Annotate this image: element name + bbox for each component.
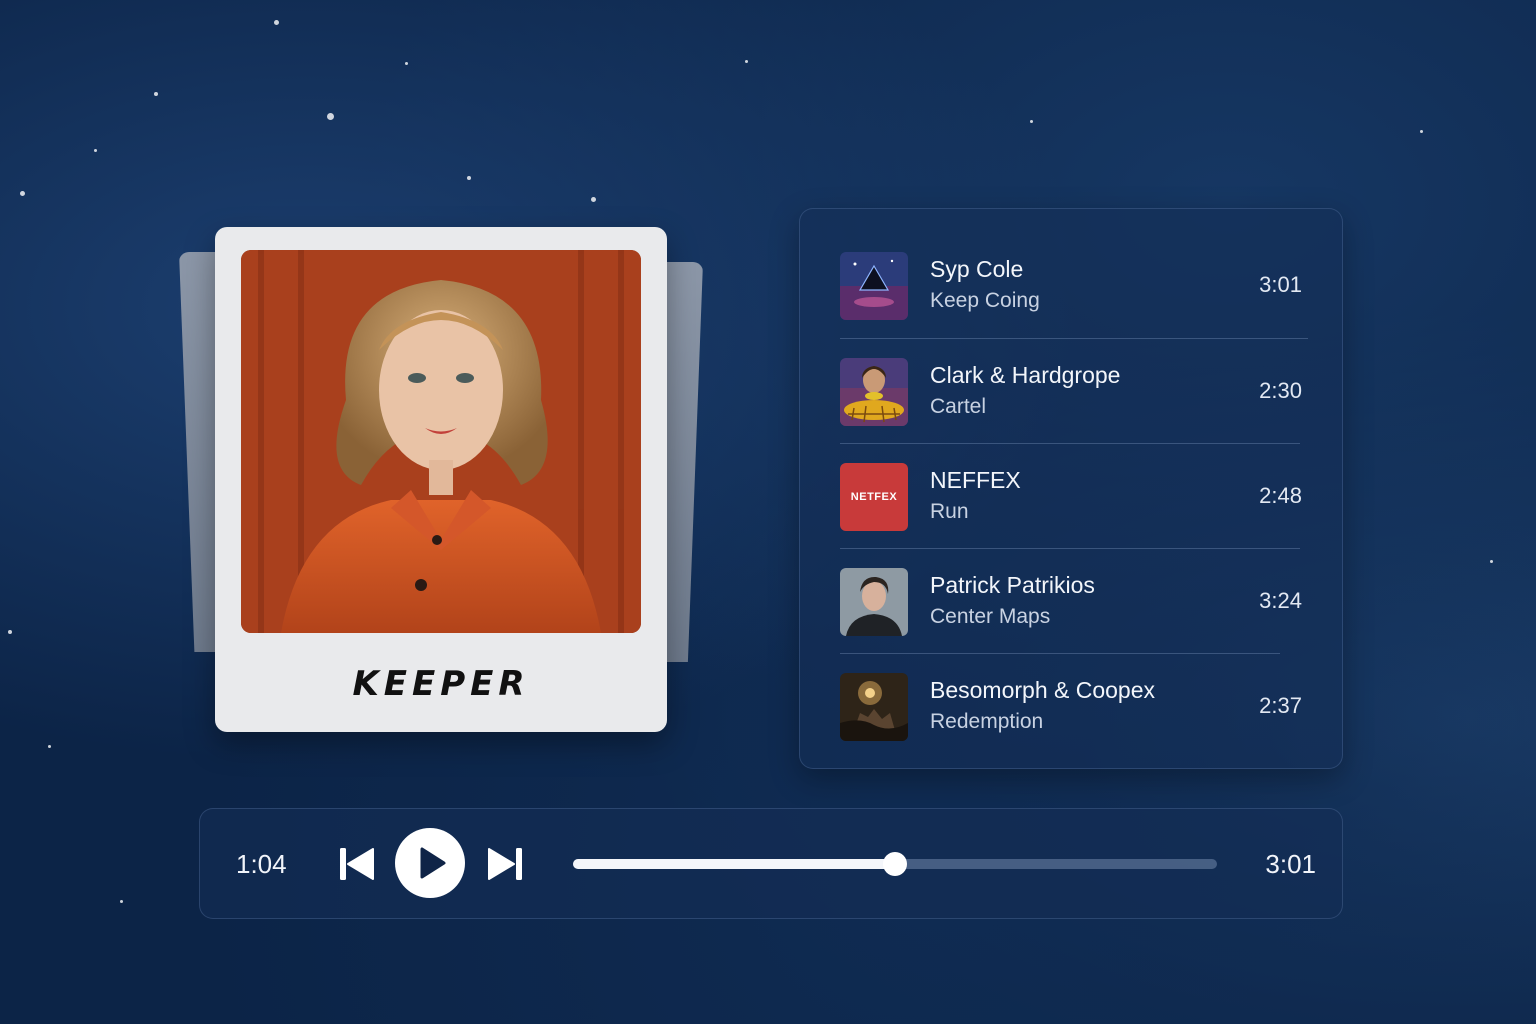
track-item-4[interactable]: Patrick Patrikios Center Maps 3:24 [840, 525, 1302, 636]
playlist-panel: Syp Cole Keep Coing 3:01 Clark & Hardgro… [799, 208, 1343, 769]
player-bar: 1:04 3:01 [199, 808, 1343, 919]
play-button[interactable] [395, 828, 465, 898]
track-item-2[interactable]: Clark & Hardgrope Cartel 2:30 [840, 315, 1302, 426]
neffex-logo-text: NETFEX [850, 491, 898, 503]
skip-back-icon [340, 848, 374, 880]
track-title: Keep Coing [930, 289, 1040, 312]
track-thumbnail-neffex-logo: NETFEX [840, 463, 908, 531]
track-title: Redemption [930, 710, 1044, 733]
track-title: Run [930, 500, 969, 523]
track-artist: Patrick Patrikios [930, 572, 1095, 598]
track-artist: Syp Cole [930, 256, 1024, 282]
album-title: KEEPER [352, 664, 530, 704]
track-title: Center Maps [930, 605, 1051, 628]
album-cover-image [241, 250, 641, 633]
track-artist: NEFFEX [930, 467, 1021, 493]
track-artist: Clark & Hardgrope [930, 362, 1121, 388]
progress-slider[interactable] [573, 852, 1217, 876]
play-icon [420, 847, 446, 879]
track-item-1[interactable]: Syp Cole Keep Coing 3:01 [840, 209, 1302, 320]
skip-forward-button[interactable] [487, 847, 523, 881]
current-time: 1:04 [236, 849, 287, 879]
skip-forward-icon [488, 848, 522, 880]
track-thumbnail-space-art [840, 252, 908, 320]
track-item-3[interactable]: NETFEX NEFFEX Run 2:48 [840, 420, 1302, 531]
track-thumbnail-retro-art [840, 358, 908, 426]
progress-fill [573, 859, 895, 869]
track-duration: 3:01 [1259, 272, 1302, 297]
track-item-5[interactable]: Besomorph & Coopex Redemption 2:37 [840, 630, 1302, 741]
track-thumbnail-dark-scene [840, 673, 908, 741]
track-title: Cartel [930, 395, 987, 418]
portrait-icon [241, 250, 641, 633]
skip-back-button[interactable] [339, 847, 375, 881]
track-duration: 3:24 [1259, 588, 1302, 613]
track-artist: Besomorph & Coopex [930, 677, 1156, 703]
album-card[interactable]: KEEPER [215, 227, 667, 732]
total-time: 3:01 [1265, 849, 1316, 879]
track-thumbnail-portrait [840, 568, 908, 636]
progress-knob[interactable] [883, 852, 907, 876]
track-duration: 2:30 [1259, 378, 1302, 403]
track-duration: 2:37 [1259, 693, 1302, 718]
track-duration: 2:48 [1259, 483, 1302, 508]
